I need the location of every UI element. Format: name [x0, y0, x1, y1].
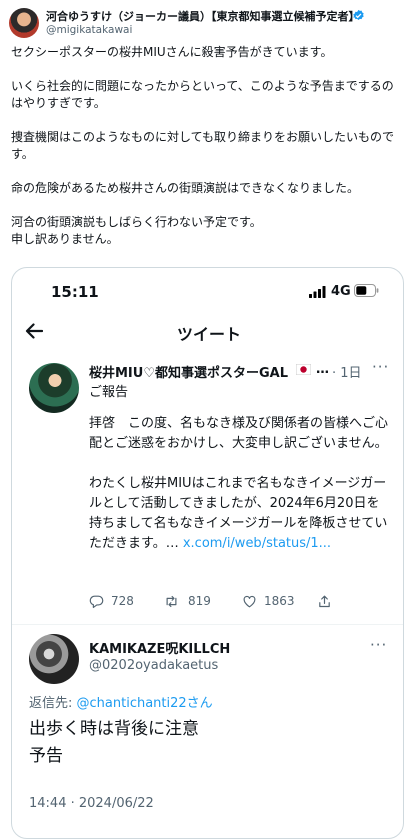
reply-count: 728: [111, 594, 134, 608]
attached-screenshot[interactable]: 15:11 4G ツイート 桜井MIU♡都知事選ポスターGAL … · 1日 ·…: [11, 267, 404, 839]
divider: [12, 624, 403, 625]
replying-to: 返信先: @chantichanti22さん: [29, 692, 213, 711]
page-title: ツイート: [177, 325, 242, 344]
author-avatar[interactable]: [9, 8, 39, 38]
retweet-count: 819: [188, 594, 211, 608]
more-options-icon[interactable]: ···: [370, 636, 387, 654]
heart-icon[interactable]: [242, 594, 257, 609]
reply-icon[interactable]: [89, 594, 104, 609]
status-link[interactable]: x.com/i/web/status/1...: [183, 536, 331, 551]
author-name[interactable]: 河合ゆうすけ（ジョーカー議員）【東京都知事選立候補予定者】: [46, 8, 360, 24]
quoted-tweet-label: ご報告: [89, 385, 129, 400]
back-arrow-icon[interactable]: [25, 323, 43, 339]
tweet-text: セクシーポスターの桜井MIUさんに殺害予告がきています。 いくら社会的に問題にな…: [11, 44, 403, 248]
tweet-paragraph: 命の危険があるため桜井さんの街頭演説はできなくなりました。: [11, 181, 360, 195]
replying-to-handle[interactable]: @chantichanti22さん: [77, 696, 213, 711]
quoted-paragraph: 拝啓 この度、名もなき様及び関係者の皆様へご心配とご迷惑をおかけし、大変申し訳ご…: [89, 416, 389, 451]
status-time: 15:11: [51, 283, 99, 301]
reply-author-avatar[interactable]: [29, 634, 79, 684]
retweet-icon[interactable]: [164, 594, 179, 609]
battery-icon: [354, 284, 379, 297]
reply-author-name[interactable]: KAMIKAZE呪KILLCH: [89, 638, 230, 657]
quoted-author-avatar[interactable]: [29, 363, 79, 413]
like-count: 1863: [264, 594, 295, 608]
reply-text: 出歩く時は背後に注意 予告: [29, 719, 199, 766]
share-icon[interactable]: [317, 594, 332, 609]
replying-to-prefix: 返信先:: [29, 696, 77, 711]
quoted-paragraph-with-link: わたくし桜井MIUはこれまで名もなきイメージガールとして活動してきましたが、20…: [89, 474, 389, 554]
more-options-icon[interactable]: ···: [372, 358, 389, 376]
tweet-paragraph: いくら社会的に問題になったからといって、このような予告までするのはやりすぎです。: [11, 79, 394, 110]
quoted-author-name[interactable]: 桜井MIU♡都知事選ポスターGAL: [89, 362, 288, 381]
network-type: 4G: [331, 284, 351, 299]
quoted-tweet-date[interactable]: · 1日: [332, 362, 362, 381]
verified-badge-icon: [353, 9, 364, 20]
japan-flag-icon: [296, 364, 311, 375]
tweet-paragraph: 河合の街頭演説もしばらく行わない予定です。 申し訳ありません。: [11, 215, 262, 246]
reply-author-handle[interactable]: @0202oyadakaetus: [89, 658, 218, 673]
tweet-paragraph: 捜査機関はこのようなものに対しても取り締まりをお願いしたいものです。: [11, 130, 395, 161]
signal-strength-icon: [309, 286, 326, 298]
quoted-tweet-text: 拝啓 この度、名もなき様及び関係者の皆様へご心配とご迷惑をおかけし、大変申し訳ご…: [89, 414, 389, 554]
reply-timestamp[interactable]: 14:44 · 2024/06/22: [29, 796, 154, 811]
tweet-paragraph: セクシーポスターの桜井MIUさんに殺害予告がきています。: [11, 45, 333, 59]
author-handle[interactable]: @migikatakawai: [46, 24, 132, 36]
name-truncation: …: [316, 362, 329, 377]
